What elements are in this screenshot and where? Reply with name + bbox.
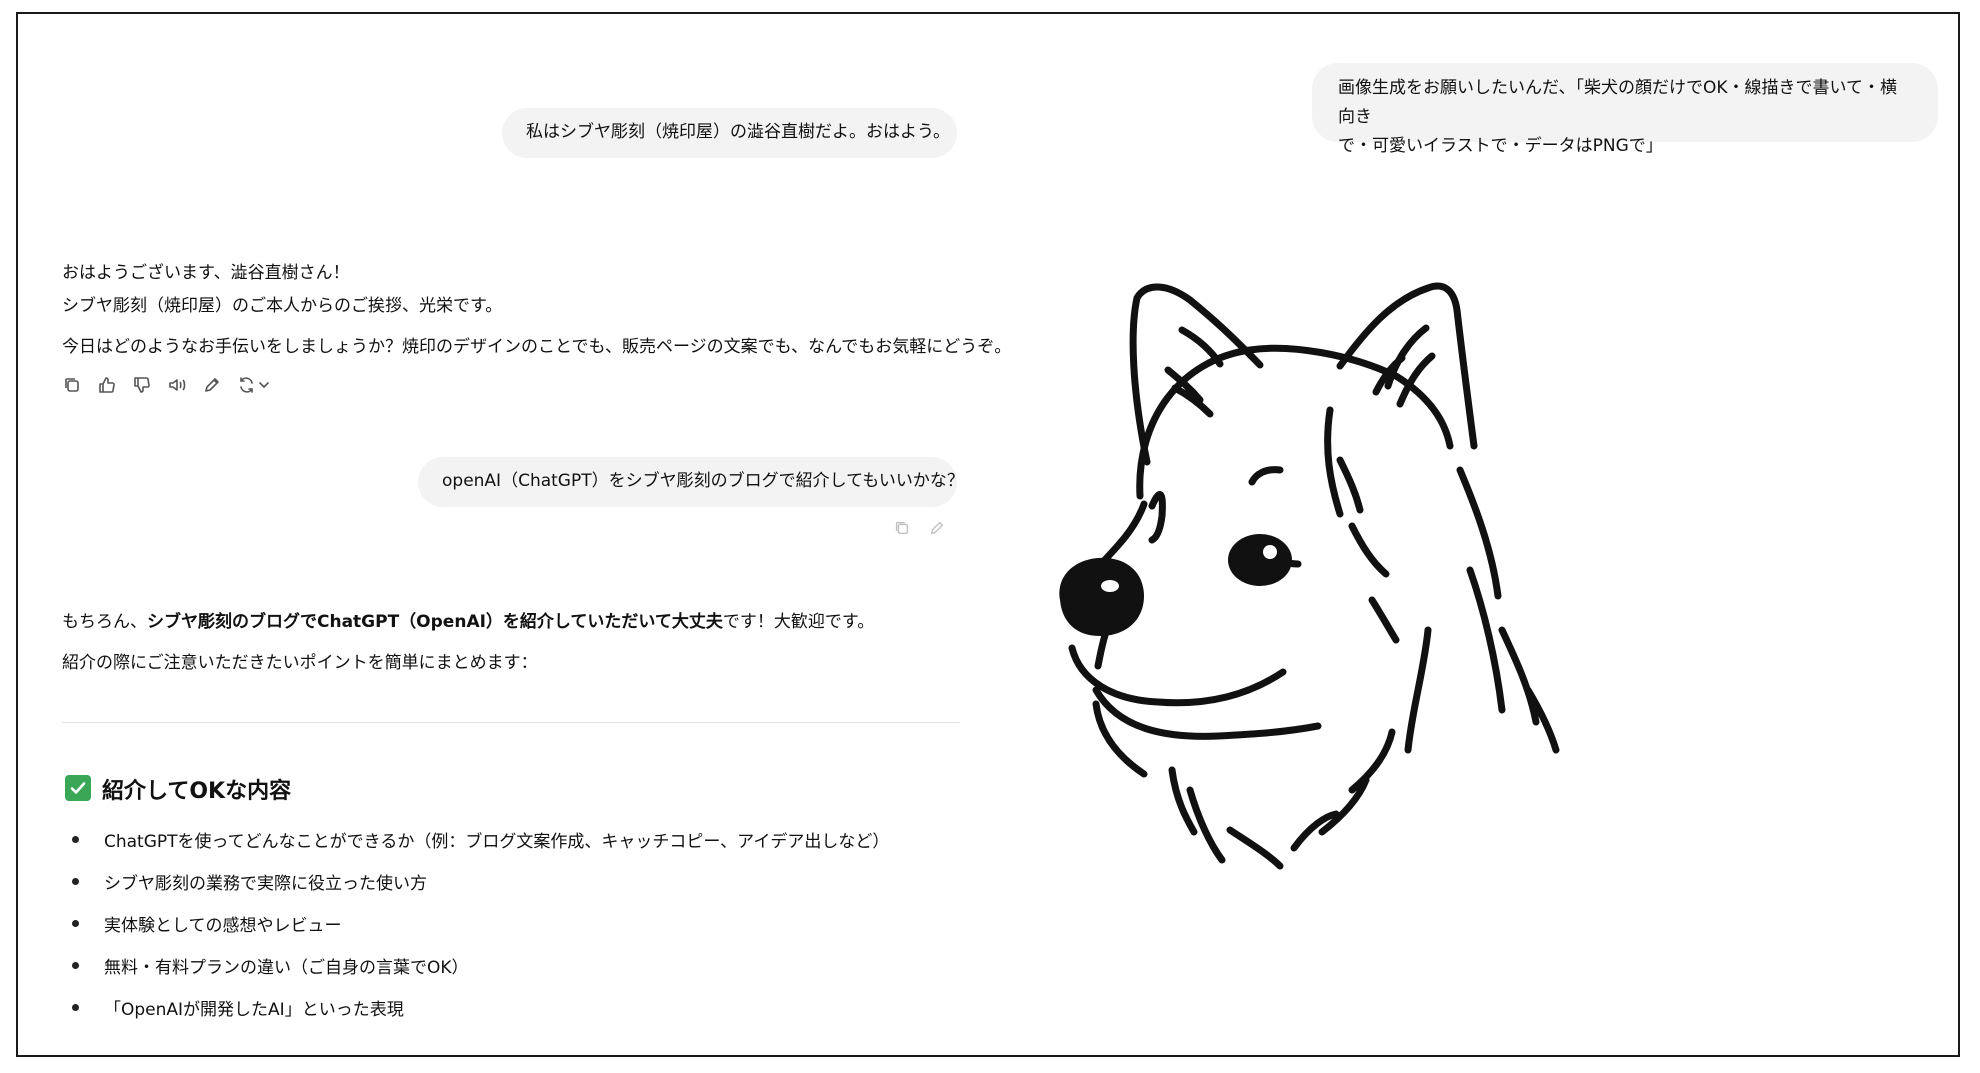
intro-bold: シブヤ彫刻のブログでChatGPT（OpenAI）を紹介していただいて大丈夫	[147, 612, 723, 632]
list-item-text: 実体験としての感想やレビュー	[104, 915, 342, 936]
assistant-summary: 紹介の際にご注意いただきたいポイントを簡単にまとめます：	[62, 653, 538, 673]
message-actions	[62, 375, 271, 395]
list-item-text: 無料・有料プランの違い（ご自身の言葉でOK）	[104, 957, 469, 978]
user-message-actions	[893, 519, 946, 541]
eye-highlight	[1263, 545, 1277, 559]
brow-mark	[1148, 491, 1166, 544]
user-message-blog-question: openAI（ChatGPT）をシブヤ彫刻のブログで紹介してもいいかな？	[418, 457, 964, 507]
brow	[1248, 466, 1284, 486]
list-item: 「OpenAIが開発したAI」といった表現	[66, 986, 889, 1028]
list-item-text: シブヤ彫刻の業務で実際に役立った使い方	[104, 873, 427, 894]
mouth	[1068, 644, 1287, 707]
copy-icon[interactable]	[62, 375, 82, 395]
snout-side	[1094, 628, 1110, 670]
intro-prefix: もちろん、	[62, 612, 147, 632]
edit-icon[interactable]	[202, 375, 222, 395]
bullet	[72, 961, 79, 969]
regenerate-icon[interactable]	[237, 375, 271, 395]
list-item: シブヤ彫刻の業務で実際に役立った使い方	[66, 860, 889, 902]
user-message-image-request: 画像生成をお願いしたいんだ、「柴犬の顔だけでOK・線描きで書いて・横向き で・可…	[1312, 63, 1938, 156]
cheek-fur	[1324, 406, 1400, 644]
assistant-text: 今日はどのようなお手伝いをしましょうか？焼印のデザインのことでも、販売ページの文…	[62, 337, 1012, 357]
edit-icon[interactable]	[928, 519, 946, 541]
bullet	[72, 877, 79, 885]
bullet	[72, 1003, 79, 1011]
bullet	[72, 919, 79, 927]
read-aloud-icon[interactable]	[167, 375, 187, 395]
bullet	[72, 835, 79, 843]
assistant-intro: もちろん、シブヤ彫刻のブログでChatGPT（OpenAI）を紹介していただいて…	[62, 607, 874, 632]
divider	[62, 722, 960, 723]
copy-icon[interactable]	[893, 519, 911, 541]
nose-highlight	[1101, 580, 1119, 592]
right-fur-edge	[1456, 466, 1560, 754]
section-heading: 紹介してOKな内容	[102, 779, 292, 804]
shiba-inu-illustration	[1059, 282, 1560, 870]
nose	[1059, 557, 1144, 636]
list-item: 無料・有料プランの違い（ご自身の言葉でOK）	[66, 944, 889, 986]
assistant-text: おはようございます、澁谷直樹さん！	[62, 263, 350, 283]
right-ear-fur	[1372, 324, 1436, 408]
list-item-text: 「OpenAIが開発したAI」といった表現	[104, 999, 404, 1020]
list-item: 実体験としての感想やレビュー	[66, 902, 889, 944]
check-icon	[65, 775, 91, 801]
left-ear	[1129, 283, 1264, 466]
neck-fur	[1168, 626, 1432, 870]
list-item: ChatGPTを使ってどんなことができるか（例：ブログ文案作成、キャッチコピー、…	[66, 818, 889, 860]
user-message-line: で・可愛いイラストで・データはPNGで」	[1338, 136, 1663, 156]
intro-suffix: です！大歓迎です。	[722, 612, 875, 632]
head-outline	[1136, 344, 1454, 500]
eye	[1228, 534, 1292, 586]
user-message-greeting: 私はシブヤ彫刻（焼印屋）の澁谷直樹だよ。おはよう。	[502, 108, 957, 158]
thumbs-up-icon[interactable]	[97, 375, 117, 395]
user-message-line: 画像生成をお願いしたいんだ、「柴犬の顔だけでOK・線描きで書いて・横向き	[1338, 78, 1898, 127]
ok-content-list: ChatGPTを使ってどんなことができるか（例：ブログ文案作成、キャッチコピー、…	[66, 818, 889, 1028]
list-item-text: ChatGPTを使ってどんなことができるか（例：ブログ文案作成、キャッチコピー、…	[104, 831, 890, 852]
assistant-text: シブヤ彫刻（焼印屋）のご本人からのご挨拶、光栄です。	[62, 296, 503, 316]
thumbs-down-icon[interactable]	[132, 375, 152, 395]
right-ear	[1336, 282, 1478, 450]
